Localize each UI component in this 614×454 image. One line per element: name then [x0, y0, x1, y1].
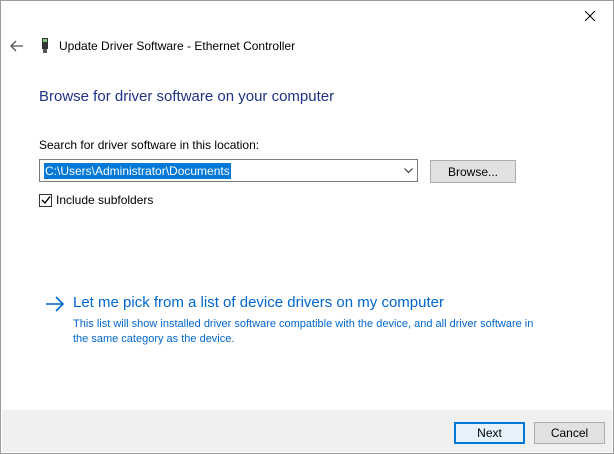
close-button[interactable] [567, 1, 613, 31]
right-arrow-icon[interactable] [45, 296, 65, 312]
pick-driver-link[interactable]: Let me pick from a list of device driver… [73, 294, 444, 311]
search-location-combobox[interactable]: C:\Users\Administrator\Documents [39, 159, 418, 182]
update-driver-window: Update Driver Software - Ethernet Contro… [0, 0, 614, 454]
close-icon [585, 11, 595, 21]
pick-driver-description[interactable]: This list will show installed driver sof… [73, 317, 543, 347]
include-subfolders-row[interactable]: Include subfolders [39, 193, 153, 207]
back-arrow-icon [10, 40, 23, 52]
cancel-button[interactable]: Cancel [534, 422, 605, 444]
combobox-dropdown-button[interactable] [401, 163, 415, 179]
window-title: Update Driver Software - Ethernet Contro… [59, 39, 296, 53]
ethernet-device-icon [42, 38, 48, 53]
include-subfolders-label[interactable]: Include subfolders [56, 193, 153, 207]
include-subfolders-checkbox[interactable] [39, 193, 52, 207]
checkmark-icon [41, 196, 51, 205]
search-location-label: Search for driver software in this locat… [39, 138, 260, 152]
browse-button[interactable]: Browse... [430, 160, 516, 183]
back-button[interactable] [8, 37, 26, 55]
search-location-value[interactable]: C:\Users\Administrator\Documents [44, 162, 231, 179]
next-button[interactable]: Next [454, 422, 525, 444]
chevron-down-icon [403, 168, 413, 174]
page-heading: Browse for driver software on your compu… [39, 88, 335, 105]
